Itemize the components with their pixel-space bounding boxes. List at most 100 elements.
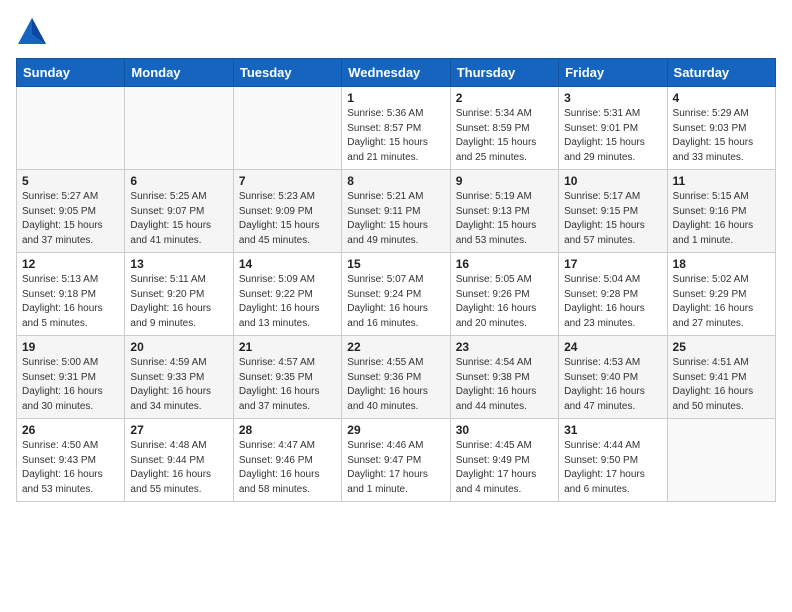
day-info: Sunrise: 5:34 AM Sunset: 8:59 PM Dayligh…	[456, 107, 553, 165]
day-number: 5	[22, 174, 119, 188]
week-row-5: 26 Sunrise: 4:50 AM Sunset: 9:43 PM Dayli…	[17, 419, 776, 502]
day-info: Sunrise: 4:45 AM Sunset: 9:49 PM Dayligh…	[456, 439, 553, 497]
day-number: 3	[564, 91, 661, 105]
day-number: 11	[673, 174, 770, 188]
day-number: 6	[130, 174, 227, 188]
day-info: Sunrise: 5:25 AM Sunset: 9:07 PM Dayligh…	[130, 190, 227, 248]
day-info: Sunrise: 5:09 AM Sunset: 9:22 PM Dayligh…	[239, 273, 336, 331]
day-number: 28	[239, 423, 336, 437]
calendar-cell: 2 Sunrise: 5:34 AM Sunset: 8:59 PM Daylig…	[450, 87, 558, 170]
weekday-header-sunday: Sunday	[17, 59, 125, 87]
calendar-cell: 29Sunrise: 4:46 AM Sunset: 9:47 PM Dayli…	[342, 419, 450, 502]
day-number: 31	[564, 423, 661, 437]
calendar-cell: 25 Sunrise: 4:51 AM Sunset: 9:41 PM Dayli…	[667, 336, 775, 419]
calendar-cell: 24 Sunrise: 4:53 AM Sunset: 9:40 PM Dayli…	[559, 336, 667, 419]
day-number: 17	[564, 257, 661, 271]
calendar-cell	[17, 87, 125, 170]
day-info: Sunrise: 4:44 AM Sunset: 9:50 PM Dayligh…	[564, 439, 661, 497]
calendar-cell: 14 Sunrise: 5:09 AM Sunset: 9:22 PM Dayli…	[233, 253, 341, 336]
day-info: Sunrise: 5:13 AM Sunset: 9:18 PM Dayligh…	[22, 273, 119, 331]
weekday-header-tuesday: Tuesday	[233, 59, 341, 87]
day-info: Sunrise: 5:21 AM Sunset: 9:11 PM Dayligh…	[347, 190, 444, 248]
calendar-cell: 11 Sunrise: 5:15 AM Sunset: 9:16 PM Dayli…	[667, 170, 775, 253]
day-number: 15	[347, 257, 444, 271]
day-info: Sunrise: 5:15 AM Sunset: 9:16 PM Dayligh…	[673, 190, 770, 248]
weekday-header-monday: Monday	[125, 59, 233, 87]
day-number: 26	[22, 423, 119, 437]
day-number: 30	[456, 423, 553, 437]
weekday-header-friday: Friday	[559, 59, 667, 87]
calendar-cell	[233, 87, 341, 170]
calendar-cell: 18Sunrise: 5:02 AM Sunset: 9:29 PM Dayli…	[667, 253, 775, 336]
day-number: 20	[130, 340, 227, 354]
calendar-cell: 26 Sunrise: 4:50 AM Sunset: 9:43 PM Dayli…	[17, 419, 125, 502]
day-info: Sunrise: 4:48 AM Sunset: 9:44 PM Dayligh…	[130, 439, 227, 497]
day-info: Sunrise: 5:07 AM Sunset: 9:24 PM Dayligh…	[347, 273, 444, 331]
day-info: Sunrise: 5:36 AM Sunset: 8:57 PM Dayligh…	[347, 107, 444, 165]
day-number: 13	[130, 257, 227, 271]
day-number: 24	[564, 340, 661, 354]
calendar-table: SundayMondayTuesdayWednesdayThursdayFrid…	[16, 58, 776, 502]
calendar-cell: 27 Sunrise: 4:48 AM Sunset: 9:44 PM Dayli…	[125, 419, 233, 502]
calendar-cell: 6 Sunrise: 5:25 AM Sunset: 9:07 PM Daylig…	[125, 170, 233, 253]
day-number: 12	[22, 257, 119, 271]
calendar-cell: 23 Sunrise: 4:54 AM Sunset: 9:38 PM Dayli…	[450, 336, 558, 419]
weekday-header-wednesday: Wednesday	[342, 59, 450, 87]
day-number: 2	[456, 91, 553, 105]
calendar-cell: 12 Sunrise: 5:13 AM Sunset: 9:18 PM Dayli…	[17, 253, 125, 336]
calendar-cell: 13Sunrise: 5:11 AM Sunset: 9:20 PM Dayli…	[125, 253, 233, 336]
day-info: Sunrise: 4:59 AM Sunset: 9:33 PM Dayligh…	[130, 356, 227, 414]
day-number: 22	[347, 340, 444, 354]
day-info: Sunrise: 4:53 AM Sunset: 9:40 PM Dayligh…	[564, 356, 661, 414]
day-info: Sunrise: 5:02 AM Sunset: 9:29 PM Dayligh…	[673, 273, 770, 331]
day-info: Sunrise: 4:55 AM Sunset: 9:36 PM Dayligh…	[347, 356, 444, 414]
logo	[16, 16, 52, 46]
day-number: 19	[22, 340, 119, 354]
day-number: 27	[130, 423, 227, 437]
day-number: 21	[239, 340, 336, 354]
day-info: Sunrise: 5:00 AM Sunset: 9:31 PM Dayligh…	[22, 356, 119, 414]
calendar-cell: 1Sunrise: 5:36 AM Sunset: 8:57 PM Daylig…	[342, 87, 450, 170]
day-number: 14	[239, 257, 336, 271]
calendar-cell: 3Sunrise: 5:31 AM Sunset: 9:01 PM Daylig…	[559, 87, 667, 170]
calendar-cell: 28 Sunrise: 4:47 AM Sunset: 9:46 PM Dayli…	[233, 419, 341, 502]
day-number: 10	[564, 174, 661, 188]
page-header	[16, 16, 776, 46]
calendar-cell: 9 Sunrise: 5:19 AM Sunset: 9:13 PM Daylig…	[450, 170, 558, 253]
day-info: Sunrise: 5:29 AM Sunset: 9:03 PM Dayligh…	[673, 107, 770, 165]
calendar-cell: 7Sunrise: 5:23 AM Sunset: 9:09 PM Daylig…	[233, 170, 341, 253]
calendar-cell: 17 Sunrise: 5:04 AM Sunset: 9:28 PM Dayli…	[559, 253, 667, 336]
week-row-4: 19 Sunrise: 5:00 AM Sunset: 9:31 PM Dayli…	[17, 336, 776, 419]
calendar-cell: 20 Sunrise: 4:59 AM Sunset: 9:33 PM Dayli…	[125, 336, 233, 419]
calendar-cell: 21 Sunrise: 4:57 AM Sunset: 9:35 PM Dayli…	[233, 336, 341, 419]
day-number: 9	[456, 174, 553, 188]
day-info: Sunrise: 5:23 AM Sunset: 9:09 PM Dayligh…	[239, 190, 336, 248]
day-number: 25	[673, 340, 770, 354]
day-info: Sunrise: 4:50 AM Sunset: 9:43 PM Dayligh…	[22, 439, 119, 497]
calendar-cell: 30 Sunrise: 4:45 AM Sunset: 9:49 PM Dayli…	[450, 419, 558, 502]
calendar-cell: 22 Sunrise: 4:55 AM Sunset: 9:36 PM Dayli…	[342, 336, 450, 419]
day-number: 4	[673, 91, 770, 105]
day-info: Sunrise: 5:19 AM Sunset: 9:13 PM Dayligh…	[456, 190, 553, 248]
day-info: Sunrise: 4:57 AM Sunset: 9:35 PM Dayligh…	[239, 356, 336, 414]
weekday-header-thursday: Thursday	[450, 59, 558, 87]
logo-icon	[16, 16, 48, 46]
calendar-cell: 19 Sunrise: 5:00 AM Sunset: 9:31 PM Dayli…	[17, 336, 125, 419]
week-row-3: 12 Sunrise: 5:13 AM Sunset: 9:18 PM Dayli…	[17, 253, 776, 336]
calendar-cell: 16Sunrise: 5:05 AM Sunset: 9:26 PM Dayli…	[450, 253, 558, 336]
day-number: 16	[456, 257, 553, 271]
calendar-cell: 8Sunrise: 5:21 AM Sunset: 9:11 PM Daylig…	[342, 170, 450, 253]
day-info: Sunrise: 5:17 AM Sunset: 9:15 PM Dayligh…	[564, 190, 661, 248]
day-info: Sunrise: 5:27 AM Sunset: 9:05 PM Dayligh…	[22, 190, 119, 248]
day-info: Sunrise: 4:47 AM Sunset: 9:46 PM Dayligh…	[239, 439, 336, 497]
calendar-cell: 15 Sunrise: 5:07 AM Sunset: 9:24 PM Dayli…	[342, 253, 450, 336]
day-info: Sunrise: 5:04 AM Sunset: 9:28 PM Dayligh…	[564, 273, 661, 331]
day-info: Sunrise: 4:54 AM Sunset: 9:38 PM Dayligh…	[456, 356, 553, 414]
calendar-cell: 31 Sunrise: 4:44 AM Sunset: 9:50 PM Dayli…	[559, 419, 667, 502]
weekday-header-saturday: Saturday	[667, 59, 775, 87]
day-info: Sunrise: 4:51 AM Sunset: 9:41 PM Dayligh…	[673, 356, 770, 414]
week-row-1: 1Sunrise: 5:36 AM Sunset: 8:57 PM Daylig…	[17, 87, 776, 170]
week-row-2: 5 Sunrise: 5:27 AM Sunset: 9:05 PM Daylig…	[17, 170, 776, 253]
day-info: Sunrise: 4:46 AM Sunset: 9:47 PM Dayligh…	[347, 439, 444, 497]
day-number: 23	[456, 340, 553, 354]
